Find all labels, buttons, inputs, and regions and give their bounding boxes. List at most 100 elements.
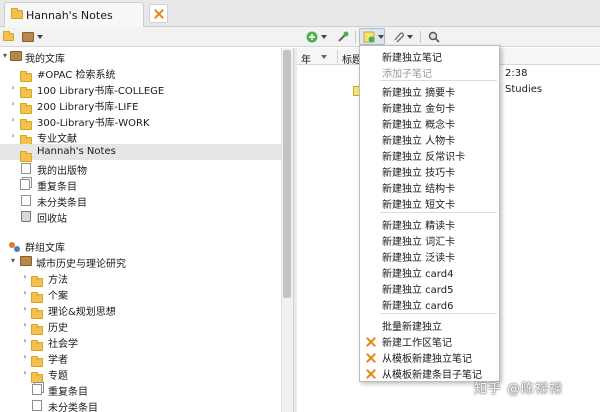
tree-row-collection-selected[interactable]: Hannah's Notes	[0, 144, 281, 162]
menu-item-quote-card[interactable]: 新建独立 金句卡	[360, 98, 499, 115]
tree-label: 学者	[48, 355, 68, 366]
chevron-right-icon[interactable]: ›	[21, 304, 29, 313]
search-button[interactable]	[428, 29, 440, 44]
menu-item-vocabulary-card[interactable]: 新建独立 词汇卡	[360, 231, 499, 248]
menu-item-label: 新建独立 摘要卡	[382, 88, 456, 99]
publications-icon	[21, 163, 31, 174]
tree-row-unfiled[interactable]: 未分类条目	[0, 192, 281, 209]
tree-row-subcollection[interactable]: › 专题	[0, 365, 281, 383]
chevron-right-icon[interactable]: ›	[9, 131, 17, 140]
toolbar-separator	[355, 31, 356, 43]
new-item-icon	[306, 31, 318, 42]
column-separator[interactable]	[337, 50, 338, 63]
tree-label: 回收站	[37, 214, 67, 225]
menu-item-label: 新建独立 概念卡	[382, 120, 456, 131]
chevron-right-icon[interactable]: ›	[21, 352, 29, 361]
menu-item-new-standalone-note[interactable]: 新建独立笔记	[360, 47, 499, 64]
tree-row-subcollection[interactable]: › 学者	[0, 349, 281, 367]
menu-item-essay-card[interactable]: 新建独立 短文卡	[360, 194, 499, 211]
chevron-right-icon[interactable]: ›	[21, 336, 29, 345]
duplicates-icon	[20, 179, 30, 190]
main-toolbar	[0, 27, 600, 47]
attachment-button[interactable]	[392, 29, 413, 44]
tree-label: 未分类条目	[48, 403, 98, 412]
tree-row-duplicates[interactable]: 重复条目	[0, 176, 281, 193]
trash-icon	[21, 211, 31, 222]
item-title[interactable]: Studies	[505, 84, 542, 95]
menu-item-extensive-reading-card[interactable]: 新建独立 泛读卡	[360, 247, 499, 264]
chevron-down-icon[interactable]	[321, 55, 327, 59]
menu-item-label: 新建独立 泛读卡	[382, 253, 456, 264]
tree-row-collection[interactable]: › 200 Library书库-LIFE	[0, 96, 281, 114]
tree-label: 社会学	[48, 339, 78, 350]
tree-row-collection[interactable]: › 专业文献	[0, 128, 281, 146]
menu-item-label: 新建独立 card6	[382, 301, 454, 312]
menu-item-card5[interactable]: 新建独立 card5	[360, 279, 499, 296]
new-note-button[interactable]	[359, 28, 385, 45]
menu-item-summary-card[interactable]: 新建独立 摘要卡	[360, 82, 499, 99]
tree-row-subcollection[interactable]: › 理论&规划思想	[0, 301, 281, 319]
menu-item-person-card[interactable]: 新建独立 人物卡	[360, 130, 499, 147]
tree-row-group-unfiled[interactable]: 未分类条目	[0, 397, 281, 412]
menu-separator	[380, 212, 497, 213]
unfiled-icon	[32, 400, 42, 411]
collections-scrollbar-thumb[interactable]	[283, 50, 291, 298]
menu-item-batch-new[interactable]: 批量新建独立	[360, 316, 499, 333]
chevron-right-icon[interactable]: ›	[21, 288, 29, 297]
chevron-right-icon[interactable]: ›	[21, 272, 29, 281]
tree-row-subcollection[interactable]: › 个案	[0, 285, 281, 303]
tree-row-collection[interactable]: #OPAC 检索系统	[0, 64, 281, 82]
tree-row-subcollection[interactable]: › 方法	[0, 269, 281, 287]
library-menu-icon	[22, 31, 34, 42]
new-collection-button[interactable]	[3, 29, 14, 44]
tree-row-my-publications[interactable]: 我的出版物	[0, 160, 281, 177]
library-menu-button[interactable]	[22, 29, 43, 44]
add-by-identifier-button[interactable]	[337, 29, 350, 44]
menu-item-label: 新建工作区笔记	[382, 338, 452, 349]
tree-row-collection[interactable]: › 300-Library书库-WORK	[0, 112, 281, 130]
menu-item-workspace-note[interactable]: 新建工作区笔记	[360, 332, 499, 349]
search-icon	[428, 31, 440, 43]
menu-item-label: 批量新建独立	[382, 322, 442, 333]
tree-row-my-library[interactable]: ▾ 我的文库	[0, 48, 281, 65]
chevron-right-icon[interactable]: ›	[9, 99, 17, 108]
menu-item-card6[interactable]: 新建独立 card6	[360, 295, 499, 312]
chevron-right-icon[interactable]: ›	[21, 320, 29, 329]
menu-item-label: 新建独立 人物卡	[382, 136, 456, 147]
chevron-down-icon[interactable]: ▾	[9, 256, 17, 265]
menu-item-add-child-note: 添加子笔记	[360, 63, 499, 80]
menu-item-counterintuitive-card[interactable]: 新建独立 反常识卡	[360, 146, 499, 163]
menu-item-close-reading-card[interactable]: 新建独立 精读卡	[360, 215, 499, 232]
tree-label: 我的文库	[25, 54, 65, 65]
tree-row-trash[interactable]: 回收站	[0, 208, 281, 225]
chevron-right-icon[interactable]: ›	[9, 115, 17, 124]
menu-item-skill-card[interactable]: 新建独立 技巧卡	[360, 162, 499, 179]
plugin-icon	[365, 352, 377, 364]
add-by-identifier-icon	[338, 31, 349, 42]
tab-hannahs-notes[interactable]: Hannah's Notes	[4, 2, 144, 27]
menu-item-card4[interactable]: 新建独立 card4	[360, 263, 499, 280]
menu-item-concept-card[interactable]: 新建独立 概念卡	[360, 114, 499, 131]
tree-row-collection[interactable]: › 100 Library书库-COLLEGE	[0, 80, 281, 98]
tree-row-group-duplicates[interactable]: 重复条目	[0, 381, 281, 398]
tree-row-group[interactable]: ▾ 城市历史与理论研究	[0, 253, 281, 270]
tree-row-subcollection[interactable]: › 历史	[0, 317, 281, 335]
menu-item-label: 新建独立 反常识卡	[382, 152, 466, 163]
new-collection-icon	[3, 30, 14, 41]
chevron-down-icon[interactable]: ▾	[1, 51, 9, 60]
menu-item-label: 新建独立 技巧卡	[382, 168, 456, 179]
chevron-down-icon	[37, 34, 43, 39]
menu-item-label: 新建独立 精读卡	[382, 221, 456, 232]
tree-label: Hannah's Notes	[37, 146, 116, 157]
chevron-right-icon[interactable]: ›	[9, 83, 17, 92]
menu-item-structure-card[interactable]: 新建独立 结构卡	[360, 178, 499, 195]
tree-row-subcollection[interactable]: › 社会学	[0, 333, 281, 351]
plugin-tab-button[interactable]	[149, 4, 168, 23]
column-year[interactable]: 年	[301, 51, 311, 66]
tree-row-group-libraries[interactable]: 群组文库	[0, 237, 281, 254]
group-icon	[9, 241, 21, 253]
menu-item-template-standalone-note[interactable]: 从模板新建独立笔记	[360, 348, 499, 365]
tree-label: 历史	[48, 323, 68, 334]
new-item-button[interactable]	[306, 29, 327, 44]
chevron-right-icon[interactable]: ›	[21, 368, 29, 377]
